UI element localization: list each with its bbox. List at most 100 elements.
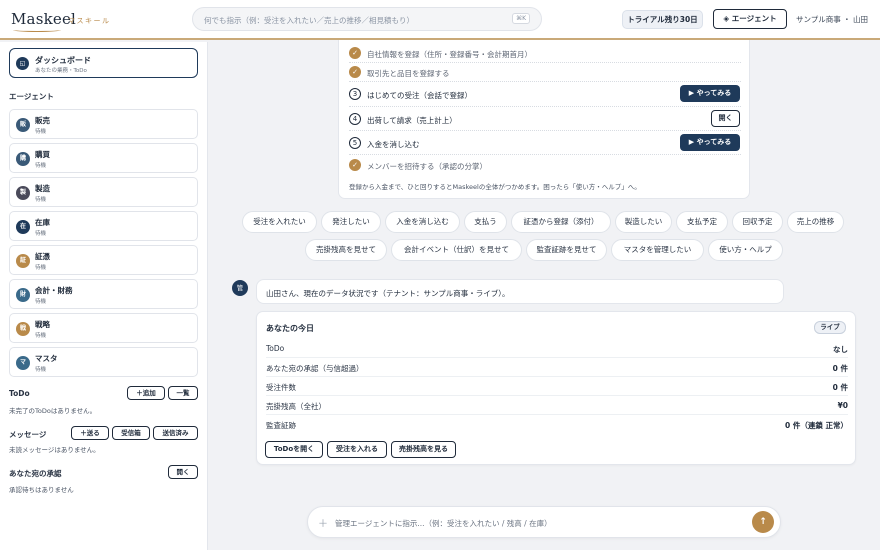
agents-section-label: エージェント	[9, 92, 54, 101]
suggestion-chip[interactable]: 監査証跡を見せて	[526, 239, 607, 261]
try-first-order-button[interactable]: ▶ やってみる	[680, 85, 740, 102]
suggestion-chip[interactable]: 会計イベント（仕訳）を見せて	[391, 239, 522, 261]
send-arrow-icon[interactable]: ↑	[752, 511, 774, 533]
suggestion-chip[interactable]: 支払予定	[676, 211, 728, 233]
agent-name: 会計・財務	[35, 286, 73, 295]
step-text: 自社情報を登録（住所・登録番号・会計期首月）	[367, 50, 532, 59]
suggestion-chip[interactable]: 受注を入れたい	[242, 211, 317, 233]
summary-value: なし	[833, 345, 848, 354]
top-header: Maskeel マスキール 何でも指示（例：受注を入れたい／売上の推移／相見積も…	[0, 0, 880, 40]
step-text: メンバーを招待する（承認の分掌）	[367, 162, 487, 171]
onboarding-checklist: ✓ 自社情報を登録（住所・登録番号・会計期首月） ✓ 取引先と品目を登録する 3…	[338, 40, 750, 199]
search-placeholder: 何でも指示（例：受注を入れたい／売上の推移／相見積もり）	[204, 16, 414, 25]
agent-name: 証憑	[35, 252, 50, 261]
suggestion-chip[interactable]: 製造したい	[615, 211, 672, 233]
check-icon: ✓	[349, 159, 361, 171]
logo-subtitle: マスキール	[68, 17, 111, 25]
attach-plus-icon[interactable]: ＋	[318, 515, 328, 530]
sales-agent-icon: 販	[16, 118, 30, 132]
summary-value: ¥0	[837, 401, 848, 410]
step-text: 出荷して請求（売上計上）	[367, 116, 457, 125]
summary-value: 0 件	[832, 364, 848, 373]
suggestion-chip[interactable]: 売掛残高を見せて	[305, 239, 387, 261]
agent-avatar: 管	[232, 280, 248, 296]
today-title: あなたの今日	[266, 324, 314, 333]
agent-status: 待機	[35, 333, 47, 339]
summary-value: 0 件（連鎖 正常）	[785, 421, 848, 430]
suggestion-chip[interactable]: 支払う	[464, 211, 507, 233]
sidebar-item-sales[interactable]: 販 販売 待機	[9, 109, 198, 139]
todo-empty-text: 未完了のToDoはありません。	[9, 407, 97, 415]
step-text: 取引先と品目を登録する	[367, 69, 450, 78]
message-send-button[interactable]: ＋送る	[71, 426, 109, 440]
check-icon: ✓	[349, 66, 361, 78]
suggestion-chip[interactable]: 売上の推移	[787, 211, 844, 233]
logo[interactable]: Maskeel	[11, 10, 76, 28]
onboarding-step: ✓ 取引先と品目を登録する	[349, 63, 741, 82]
todo-add-button[interactable]: ＋追加	[127, 386, 165, 400]
onboarding-step: ✓ メンバーを招待する（承認の分掌）	[349, 155, 741, 175]
global-search-input[interactable]: 何でも指示（例：受注を入れたい／売上の推移／相見積もり） ⌘K	[192, 7, 542, 31]
agent-status: 待機	[35, 231, 47, 237]
sidebar-item-purchasing[interactable]: 購 購買 待機	[9, 143, 198, 173]
suggestion-chip[interactable]: 発注したい	[321, 211, 381, 233]
onboarding-footer-note: 登録から入金まで、ひと回りするとMaskeelの全体がつかめます。困ったら「使い…	[349, 183, 641, 191]
sidebar-item-master[interactable]: マ マスタ 待機	[9, 347, 198, 377]
trial-badge: トライアル残り30日	[622, 10, 703, 29]
enter-order-button[interactable]: 受注を入れる	[327, 441, 387, 458]
step-text: 入金を消し込む	[367, 140, 420, 149]
sidebar-item-dashboard[interactable]: ◱ ダッシュボード あなたの業務・ToDo	[9, 48, 198, 78]
agent-name: 在庫	[35, 218, 50, 227]
summary-label: 売掛残高（全社）	[266, 402, 326, 411]
inbox-button[interactable]: 受信箱	[112, 426, 150, 440]
todo-section-label: ToDo	[9, 389, 30, 398]
summary-label: 監査証跡	[266, 421, 296, 430]
approvals-section-label: あなた宛の承認	[9, 469, 62, 478]
check-icon: ✓	[349, 47, 361, 59]
agent-status: 待機	[35, 163, 47, 169]
sidebar-item-accounting[interactable]: 財 会計・財務 待機	[9, 279, 198, 309]
dashboard-icon: ◱	[16, 57, 29, 70]
dashboard-title: ダッシュボード	[35, 56, 91, 65]
sidebar-item-inventory[interactable]: 在 在庫 待機	[9, 211, 198, 241]
agent-name: 戦略	[35, 320, 50, 329]
suggestion-chip[interactable]: マスタを管理したい	[611, 239, 704, 261]
suggestion-chip[interactable]: 使い方・ヘルプ	[708, 239, 783, 261]
step-number: 4	[349, 113, 361, 125]
chat-composer[interactable]: ＋ 管理エージェントに指示...（例：受注を入れたい / 残高 / 在庫） ↑	[307, 506, 781, 538]
search-shortcut-hint: ⌘K	[512, 13, 530, 24]
agent-status: 待機	[35, 129, 47, 135]
dashboard-subtitle: あなたの業務・ToDo	[35, 68, 87, 74]
try-payment-button[interactable]: ▶ やってみる	[680, 134, 740, 151]
master-agent-icon: マ	[16, 356, 30, 370]
summary-row: 監査証跡 0 件（連鎖 正常）	[266, 415, 848, 434]
summary-label: あなた宛の承認（与信超過）	[266, 364, 364, 373]
step-number: 5	[349, 137, 361, 149]
logo-swoosh	[13, 28, 61, 32]
open-todo-button[interactable]: ToDoを開く	[265, 441, 323, 458]
inventory-agent-icon: 在	[16, 220, 30, 234]
composer-placeholder: 管理エージェントに指示...（例：受注を入れたい / 残高 / 在庫）	[335, 519, 552, 528]
onboarding-step: 3 はじめての受注（会話で登録） ▶ やってみる	[349, 82, 741, 107]
sent-button[interactable]: 送信済み	[153, 426, 198, 440]
purchasing-agent-icon: 購	[16, 152, 30, 166]
todo-list-button[interactable]: 一覧	[168, 386, 198, 400]
suggestion-chip[interactable]: 証憑から登録（添付）	[511, 211, 611, 233]
onboarding-step: ✓ 自社情報を登録（住所・登録番号・会計期首月）	[349, 44, 741, 63]
agent-status: 待機	[35, 197, 47, 203]
open-billing-button[interactable]: 開く	[711, 110, 740, 127]
suggestion-chip[interactable]: 入金を消し込む	[385, 211, 460, 233]
agent-button[interactable]: ◈ エージェント	[713, 9, 787, 29]
suggestion-chip[interactable]: 回収予定	[732, 211, 783, 233]
sidebar-item-manufacturing[interactable]: 製 製造 待機	[9, 177, 198, 207]
strategy-agent-icon: 戦	[16, 322, 30, 336]
summary-value: 0 件	[832, 383, 848, 392]
live-badge: ライブ	[814, 321, 846, 334]
sidebar-item-strategy[interactable]: 戦 戦略 待機	[9, 313, 198, 343]
approvals-open-button[interactable]: 開く	[168, 465, 198, 479]
sidebar-item-vouchers[interactable]: 証 証憑 待機	[9, 245, 198, 275]
onboarding-step: 4 出荷して請求（売上計上） 開く	[349, 107, 741, 131]
agent-name: 販売	[35, 116, 50, 125]
view-receivables-button[interactable]: 売掛残高を見る	[391, 441, 456, 458]
user-menu[interactable]: サンプル商事 ・ 山田	[796, 14, 868, 25]
